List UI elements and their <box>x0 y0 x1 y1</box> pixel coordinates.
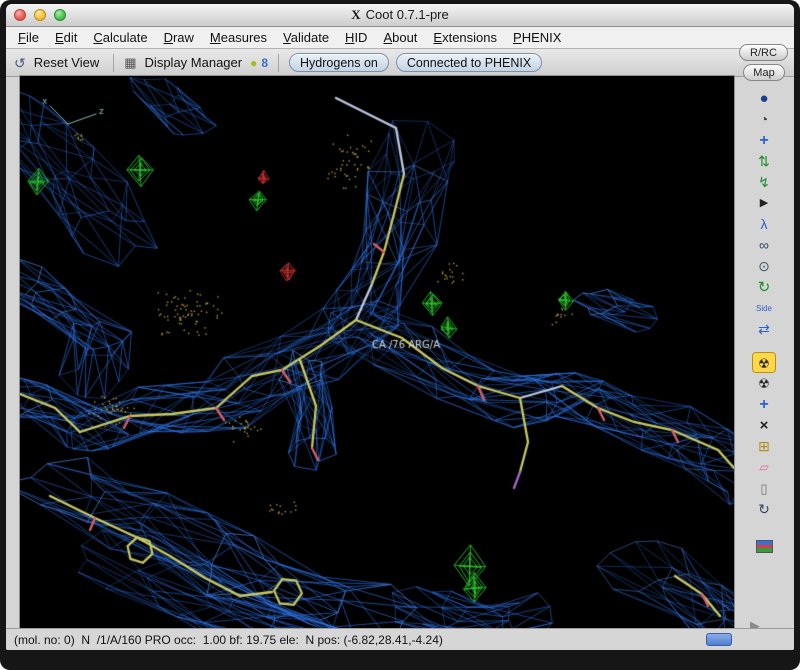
side-chain-icon[interactable]: Side <box>752 298 776 319</box>
goto-atom-icon[interactable]: ● <box>250 57 257 69</box>
refine-sphere-icon[interactable]: ↻ <box>752 277 776 298</box>
flip-icon[interactable]: ⇄ <box>752 319 776 340</box>
stereo-icon[interactable]: ∞ <box>752 235 776 256</box>
display-flag-icon[interactable] <box>755 540 773 553</box>
pepflip-icon[interactable]: + <box>752 394 776 415</box>
menu-draw[interactable]: Draw <box>156 27 202 48</box>
delete-item-icon[interactable]: ▯ <box>752 478 776 499</box>
rotamer-icon[interactable]: λ <box>752 214 776 235</box>
cut-icon[interactable]: × <box>752 415 776 436</box>
menu-validate[interactable]: Validate <box>275 27 337 48</box>
toolbar-separator <box>278 53 280 72</box>
menu-edit[interactable]: Edit <box>47 27 85 48</box>
menu-hid[interactable]: HID <box>337 27 375 48</box>
menubar: File Edit Calculate Draw Measures Validate HID… <box>6 27 794 49</box>
x11-icon: X <box>351 7 361 22</box>
add-terminal-residue-icon[interactable]: ⊞ <box>752 436 776 457</box>
menu-phenix[interactable]: PHENIX <box>505 27 569 48</box>
menu-file[interactable]: File <box>10 27 47 48</box>
status-scrollbar-thumb[interactable] <box>706 633 732 646</box>
eraser-icon[interactable]: ▱ <box>752 457 776 478</box>
torsion-icon[interactable]: ↯ <box>752 172 776 193</box>
window-title: X Coot 0.7.1-pre <box>6 4 794 26</box>
menu-measures[interactable]: Measures <box>202 27 275 48</box>
titlebar[interactable]: X Coot 0.7.1-pre <box>6 4 794 27</box>
menu-calculate[interactable]: Calculate <box>85 27 155 48</box>
magnifier-icon[interactable]: ⊙ <box>752 256 776 277</box>
real-space-refine-icon[interactable]: ☢ <box>752 352 776 373</box>
undo-icon[interactable]: ↻ <box>752 499 776 520</box>
right-icon-column: ● ◔ + ⇅ ↯ ▶ λ ∞ ⊙ ↻ Side ⇄ ☢ ☢ + × ⊞ ▱ ▯ ↻ <box>745 88 783 553</box>
rrc-button[interactable]: R/RC <box>739 44 788 61</box>
phenix-status-button[interactable]: Connected to PHENIX <box>395 53 543 72</box>
display-manager-button[interactable]: Display Manager <box>141 53 247 72</box>
reset-view-icon: ↺ <box>14 54 26 71</box>
main-toolbar: ↺ Reset View ▦ Display Manager ● 8 Hydro… <box>6 49 734 76</box>
reset-view-button[interactable]: Reset View <box>30 53 104 72</box>
window-content: X Coot 0.7.1-pre File Edit Calculate Draw Mea… <box>6 4 794 650</box>
regularize-icon[interactable]: ☢ <box>752 373 776 394</box>
map-button[interactable]: Map <box>743 64 785 81</box>
menu-about[interactable]: About <box>375 27 425 48</box>
status-text: (mol. no: 0) N /1/A/160 PRO occ: 1.00 bf… <box>14 633 443 647</box>
view-sphere-icon[interactable]: ● <box>752 88 776 109</box>
atom-pair-icon[interactable]: 8 <box>261 57 268 69</box>
toolbar-separator <box>113 53 115 72</box>
rotate-icon[interactable]: ⇅ <box>752 151 776 172</box>
hydrogens-toggle-button[interactable]: Hydrogens on <box>289 53 389 72</box>
recentre-icon[interactable]: ◔ <box>752 109 776 130</box>
gl-canvas[interactable] <box>19 75 735 629</box>
coot-window: X Coot 0.7.1-pre File Edit Calculate Draw Mea… <box>0 0 800 670</box>
play-icon[interactable]: ▶ <box>752 193 776 214</box>
menu-extensions[interactable]: Extensions <box>425 27 505 48</box>
display-manager-icon: ▦ <box>124 55 137 70</box>
translate-icon[interactable]: + <box>752 130 776 151</box>
window-title-text: Coot 0.7.1-pre <box>365 7 449 22</box>
status-bar: (mol. no: 0) N /1/A/160 PRO occ: 1.00 bf… <box>6 628 794 650</box>
